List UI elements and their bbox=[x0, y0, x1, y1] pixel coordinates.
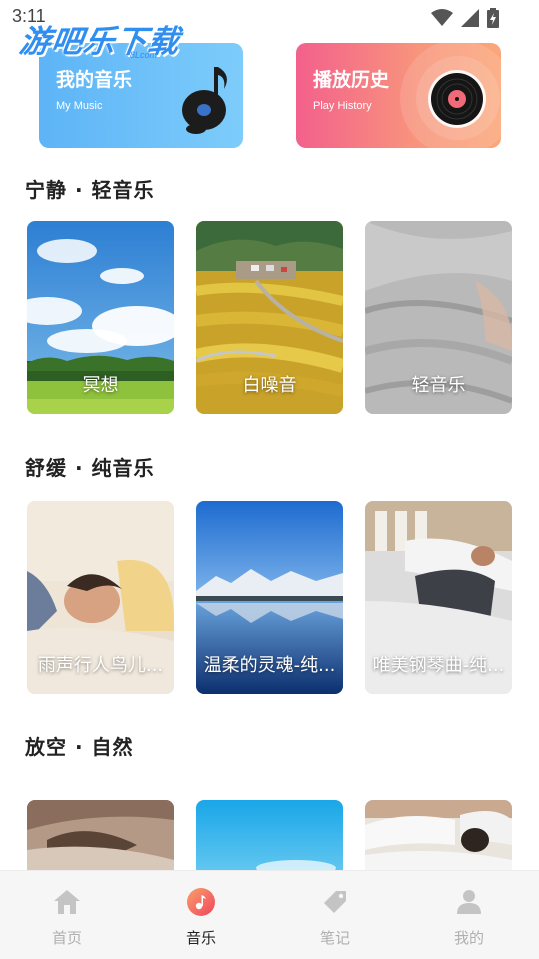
signal-icon bbox=[461, 9, 479, 27]
tile-rain-birds[interactable]: 雨声行人鸟儿... bbox=[27, 501, 174, 694]
hair-on-pillow-image bbox=[27, 800, 174, 870]
music-note-vinyl-icon bbox=[182, 67, 227, 134]
tile-gentle-soul[interactable]: 温柔的灵魂-纯... bbox=[196, 501, 343, 694]
play-history-title: 播放历史 bbox=[313, 69, 390, 91]
tile-label: 唯美钢琴曲-纯... bbox=[372, 655, 505, 676]
nav-home-label: 首页 bbox=[51, 929, 82, 947]
tile-label: 冥想 bbox=[82, 375, 119, 396]
tile-label: 雨声行人鸟儿... bbox=[37, 655, 164, 676]
my-music-title: 我的音乐 bbox=[56, 69, 133, 91]
tag-icon bbox=[324, 891, 346, 913]
nav-music[interactable]: 音乐 bbox=[134, 871, 268, 959]
tile-label: 温柔的灵魂-纯... bbox=[203, 655, 336, 676]
music-disc-icon bbox=[187, 888, 215, 916]
tile-white-noise[interactable]: 白噪音 bbox=[196, 221, 343, 414]
tile-label: 白噪音 bbox=[242, 375, 297, 396]
section-title-relax: 放空 · 自然 bbox=[25, 735, 134, 759]
blue-sky-image bbox=[196, 800, 343, 870]
tile-piano[interactable]: 唯美钢琴曲-纯... bbox=[365, 501, 512, 694]
nav-home[interactable]: 首页 bbox=[0, 871, 134, 959]
watermark-logo: 游吧乐下载 8Lcom bbox=[16, 16, 183, 61]
section-title-soothing: 舒缓 · 纯音乐 bbox=[25, 456, 155, 480]
tile-nature-1[interactable] bbox=[27, 800, 174, 870]
tile-nature-3[interactable] bbox=[365, 800, 512, 870]
section-title-quiet: 宁静 · 轻音乐 bbox=[25, 178, 155, 202]
nav-notes-label: 笔记 bbox=[319, 929, 350, 947]
tile-label: 轻音乐 bbox=[411, 375, 466, 396]
status-icons bbox=[431, 8, 499, 28]
watermark-text: 游吧乐下载 bbox=[16, 24, 183, 60]
tile-meditation[interactable]: 冥想 bbox=[27, 221, 174, 414]
tile-nature-2[interactable] bbox=[196, 800, 343, 870]
tile-light-music[interactable]: 轻音乐 bbox=[365, 221, 512, 414]
my-music-subtitle: My Music bbox=[56, 100, 103, 112]
home-icon bbox=[54, 890, 80, 914]
nav-music-label: 音乐 bbox=[185, 929, 216, 947]
nav-mine-label: 我的 bbox=[453, 929, 484, 947]
nav-notes[interactable]: 笔记 bbox=[268, 871, 402, 959]
nav-mine[interactable]: 我的 bbox=[402, 871, 536, 959]
person-icon bbox=[457, 890, 481, 914]
play-history-card[interactable]: 播放历史 Play History bbox=[296, 43, 501, 148]
battery-icon bbox=[487, 8, 499, 28]
bottom-nav: 首页 音乐 笔记 我的 bbox=[0, 870, 539, 959]
vinyl-record-icon bbox=[428, 70, 486, 128]
watermark-subtext: 8Lcom bbox=[130, 50, 158, 60]
play-history-subtitle: Play History bbox=[313, 100, 372, 112]
wifi-icon bbox=[431, 9, 453, 26]
woman-in-bed-image bbox=[365, 800, 512, 870]
